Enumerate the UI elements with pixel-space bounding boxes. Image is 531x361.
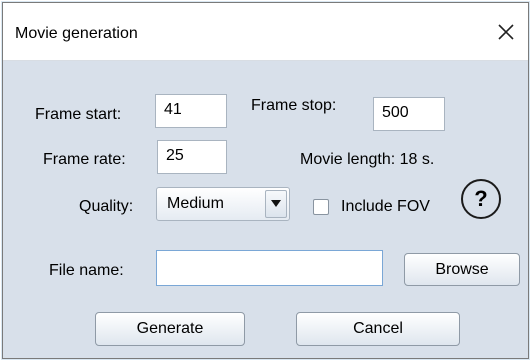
include-fov-label[interactable]: Include FOV bbox=[341, 198, 430, 216]
frame-start-label: Frame start: bbox=[35, 106, 122, 123]
title-bar: Movie generation bbox=[3, 3, 528, 61]
include-fov-checkbox[interactable] bbox=[313, 199, 329, 215]
frame-rate-label: Frame rate: bbox=[43, 151, 126, 168]
generate-button[interactable]: Generate bbox=[95, 312, 245, 346]
file-name-label: File name: bbox=[49, 262, 124, 279]
help-icon: ? bbox=[474, 186, 488, 211]
frame-start-input[interactable]: 41 bbox=[155, 94, 227, 128]
chevron-down-icon bbox=[271, 200, 281, 207]
cancel-button[interactable]: Cancel bbox=[296, 312, 460, 346]
movie-generation-dialog: Movie generation Frame start: 41 Frame s… bbox=[2, 2, 529, 359]
browse-button[interactable]: Browse bbox=[404, 253, 520, 286]
frame-stop-input[interactable]: 500 bbox=[373, 97, 445, 131]
quality-select[interactable]: Medium bbox=[156, 187, 290, 221]
quality-dropdown-button[interactable] bbox=[265, 190, 287, 218]
close-icon bbox=[498, 24, 514, 40]
frame-rate-input[interactable]: 25 bbox=[157, 140, 227, 174]
file-name-input[interactable] bbox=[156, 250, 383, 286]
movie-length-text: Movie length: 18 s. bbox=[300, 151, 435, 168]
close-button[interactable] bbox=[492, 18, 520, 46]
help-button[interactable]: ? bbox=[461, 179, 501, 219]
window-title: Movie generation bbox=[15, 25, 138, 42]
quality-selected-value: Medium bbox=[167, 195, 224, 212]
frame-stop-label: Frame stop: bbox=[251, 97, 337, 114]
quality-label: Quality: bbox=[79, 198, 134, 215]
dialog-content: Frame start: 41 Frame stop: 500 Frame ra… bbox=[3, 61, 528, 358]
